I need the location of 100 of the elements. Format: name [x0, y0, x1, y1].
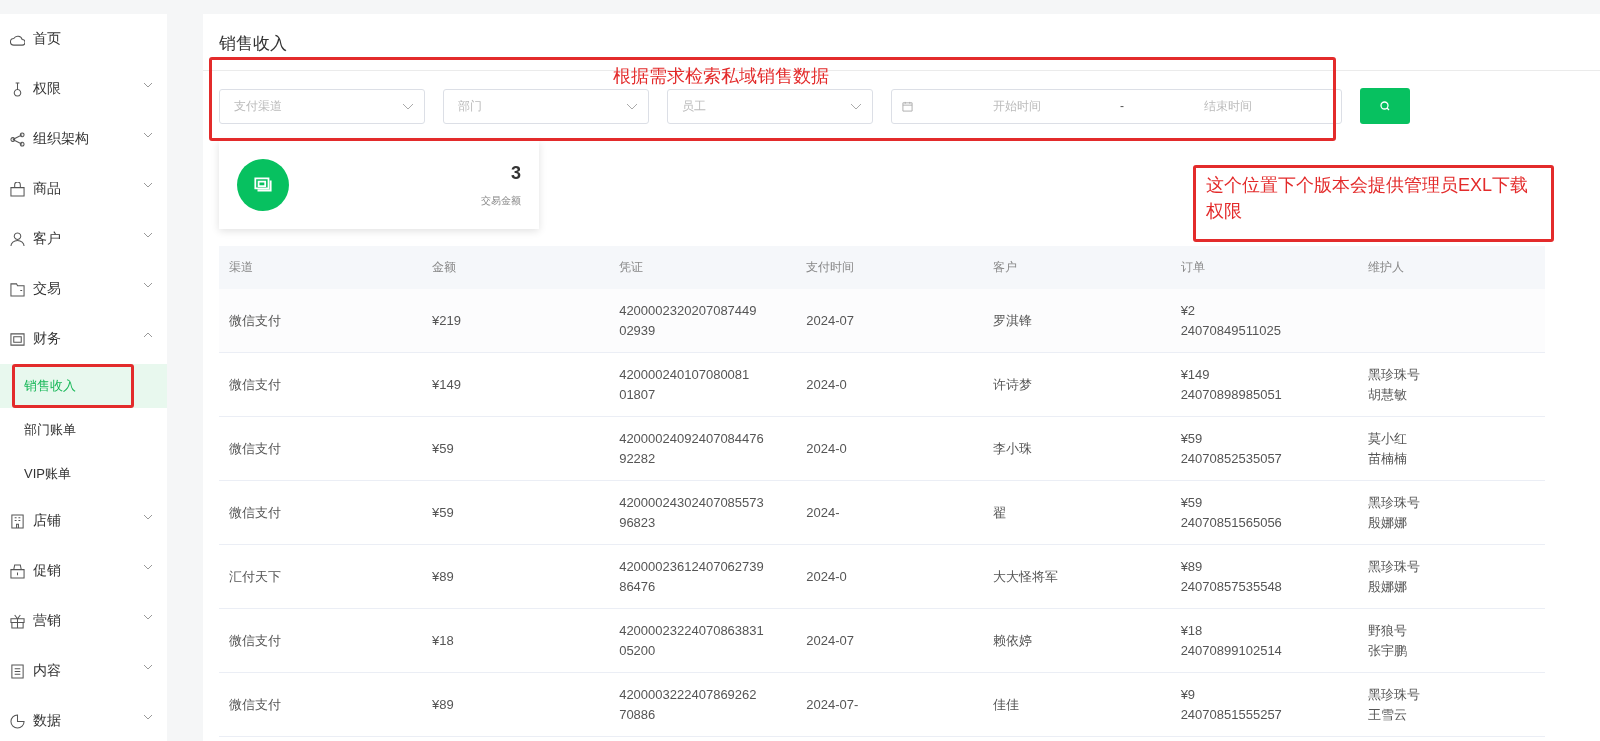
- money-icon: [237, 159, 289, 211]
- table-cell: 微信支付: [219, 480, 422, 545]
- table-cell-text: 24070851565056: [1180, 513, 1283, 532]
- table-cell-text: 黑珍珠号: [1367, 557, 1421, 576]
- sidebar-item[interactable]: 商品: [0, 164, 167, 214]
- sidebar-item[interactable]: 客户: [0, 214, 167, 264]
- chevron-down-icon: [143, 514, 153, 520]
- table-cell-text: 24070849511025: [1180, 321, 1282, 340]
- table-cell: 微信支付: [219, 416, 422, 481]
- date-range-field[interactable]: 开始时间 - 结束时间: [891, 88, 1342, 124]
- table-cell: 赖依婷: [983, 608, 1171, 673]
- table-cell-text: 92282: [619, 449, 657, 468]
- sidebar-item[interactable]: 数据: [0, 696, 167, 741]
- table-cell: 大大怪将军: [983, 544, 1171, 609]
- column-header: 金额: [422, 246, 610, 289]
- chevron-down-icon: [143, 282, 153, 288]
- chevron-down-icon: [626, 102, 638, 110]
- sidebar-item[interactable]: 首页: [0, 14, 167, 64]
- nav-icon: [10, 563, 25, 579]
- table-cell-text: ¥89: [1180, 557, 1204, 576]
- nav-icon: [10, 713, 25, 729]
- table-cell-text: 王雪云: [1367, 705, 1408, 724]
- table-cell: 2024-07: [796, 608, 984, 673]
- table-cell-text: 70886: [619, 705, 657, 724]
- table-cell-text: ¥59: [1180, 493, 1204, 512]
- calendar-icon: [902, 100, 913, 112]
- table-cell-text: 黑珍珠号: [1367, 685, 1421, 704]
- sidebar-subitem[interactable]: VIP账单: [0, 452, 167, 496]
- column-header: 支付时间: [796, 246, 984, 289]
- table-cell: ¥59: [422, 480, 610, 545]
- sidebar-item[interactable]: 财务: [0, 314, 167, 364]
- chevron-down-icon: [143, 614, 153, 620]
- table-cell-text: 黑珍珠号: [1367, 493, 1421, 512]
- total-amount: 3: [511, 162, 521, 184]
- sidebar-subitem[interactable]: 部门账单: [0, 408, 167, 452]
- sidebar-item[interactable]: 组织架构: [0, 114, 167, 164]
- column-header: 渠道: [219, 246, 422, 289]
- annotation-text: 根据需求检索私域销售数据: [613, 65, 829, 88]
- table-cell: 2024-0: [796, 416, 984, 481]
- sidebar-item[interactable]: 营销: [0, 596, 167, 646]
- chevron-down-icon: [143, 182, 153, 188]
- table-cell-text: 42000024302407085573: [619, 493, 765, 512]
- table-cell-text: ¥18: [1180, 621, 1204, 640]
- table-cell-text: 24070851555257: [1180, 705, 1283, 724]
- table-cell-text: 24070857535548: [1180, 577, 1283, 596]
- sidebar-item[interactable]: 店铺: [0, 496, 167, 546]
- table-cell-text: 殷娜娜: [1367, 577, 1408, 596]
- chevron-down-icon: [143, 132, 153, 138]
- page-title: 销售收入: [219, 33, 288, 54]
- nav-icon: [10, 231, 25, 247]
- table-cell: 翟: [983, 480, 1171, 545]
- chevron-down-icon: [402, 102, 414, 110]
- chevron-down-icon: [143, 564, 153, 570]
- chevron-down-icon: [143, 714, 153, 720]
- nav-icon: [10, 513, 25, 529]
- nav-icon: [10, 663, 25, 679]
- table-cell: 2024-07-: [796, 672, 984, 737]
- chevron-up-icon: [143, 332, 153, 338]
- table-cell: 许诗梦: [983, 352, 1171, 417]
- table-cell: 罗淇锋: [983, 289, 1171, 353]
- table-cell: ¥89: [422, 672, 610, 737]
- table-cell: 2024-07: [796, 289, 984, 353]
- total-label: 交易金额: [481, 193, 521, 208]
- table-cell: ¥89: [422, 544, 610, 609]
- column-header: 维护人: [1357, 246, 1545, 289]
- table-cell: 微信支付: [219, 289, 422, 353]
- column-header: 订单: [1170, 246, 1358, 289]
- annotation-text: 这个位置下个版本会提供管理员EXL下载权限: [1206, 174, 1530, 223]
- table-cell: 李小珠: [983, 416, 1171, 481]
- nav-icon: [10, 613, 25, 629]
- table-cell-text: 05200: [619, 641, 657, 660]
- table-cell: 微信支付: [219, 672, 422, 737]
- table-cell: 汇付天下: [219, 544, 422, 609]
- sidebar-item[interactable]: 交易: [0, 264, 167, 314]
- sidebar-item[interactable]: 内容: [0, 646, 167, 696]
- chevron-down-icon: [143, 664, 153, 670]
- table-cell-text: 01807: [619, 385, 657, 404]
- nav-icon: [10, 281, 25, 297]
- sidebar-item[interactable]: 促销: [0, 546, 167, 596]
- table-cell-text: 24070898985051: [1180, 385, 1283, 404]
- table-cell: ¥219: [422, 289, 610, 353]
- table-cell-text: 42000024092407084476: [619, 429, 765, 448]
- search-icon: [1379, 100, 1391, 112]
- search-button[interactable]: [1360, 88, 1410, 124]
- chevron-down-icon: [850, 102, 862, 110]
- table-cell: ¥59: [422, 416, 610, 481]
- chevron-down-icon: [143, 232, 153, 238]
- nav-icon: [10, 331, 25, 347]
- table-cell-text: ¥149: [1180, 365, 1211, 384]
- table-cell-text: 苗楠楠: [1367, 449, 1408, 468]
- table-cell-text: 殷娜娜: [1367, 513, 1408, 532]
- table-cell-text: 24070899102514: [1180, 641, 1283, 660]
- nav-icon: [10, 181, 25, 197]
- table-cell: ¥18: [422, 608, 610, 673]
- table-cell: 微信支付: [219, 352, 422, 417]
- table-cell: 佳佳: [983, 672, 1171, 737]
- table-cell-text: 4200003222407869262: [619, 685, 758, 704]
- column-header: 客户: [983, 246, 1171, 289]
- table-cell: 2024-0: [796, 544, 984, 609]
- sidebar-item[interactable]: 权限: [0, 64, 167, 114]
